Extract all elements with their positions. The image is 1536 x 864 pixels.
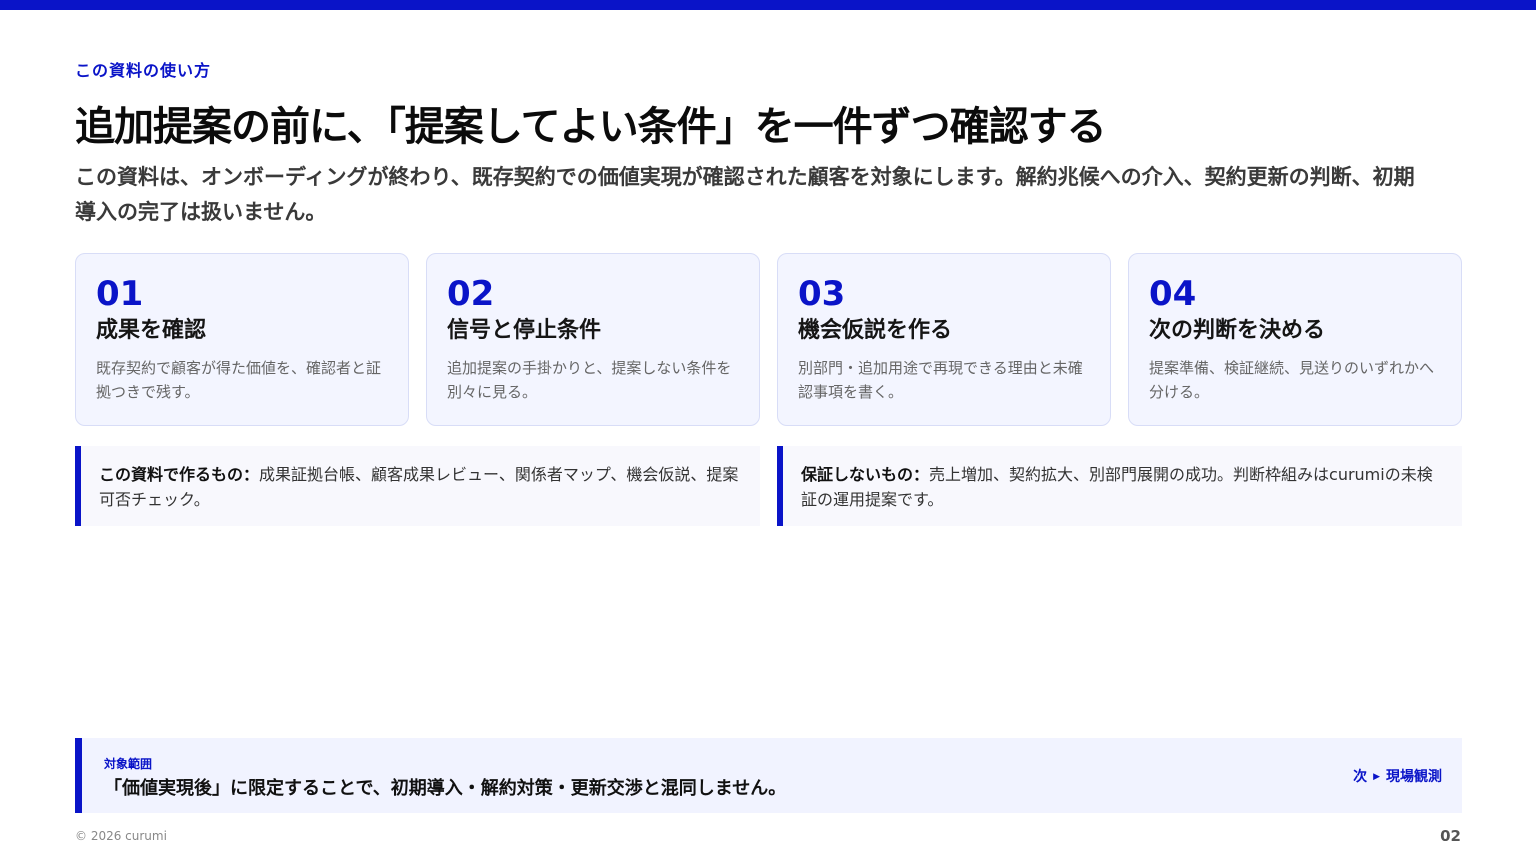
lead-paragraph: この資料は、オンボーディングが終わり、既存契約での価値実現が確認された顧客を対象…	[75, 165, 1415, 224]
next-label: 現場観測	[1386, 769, 1442, 785]
step-description: 別部門・追加用途で再現できる理由と未確認事項を書く。	[798, 359, 1083, 401]
step-title: 機会仮説を作る	[798, 318, 953, 343]
step-number: 02	[447, 274, 495, 314]
next-prefix: 次	[1353, 769, 1368, 785]
copyright: © 2026 curumi	[75, 829, 167, 843]
step-number: 03	[798, 274, 846, 314]
step-description: 提案準備、検証継続、見送りのいずれかへ分ける。	[1149, 359, 1435, 401]
step-number: 04	[1149, 274, 1197, 314]
note-boxes: この資料で作るもの：成果証拠台帳、顧客成果レビュー、関係者マップ、機会仮説、提案…	[75, 446, 1462, 526]
page-title: 追加提案の前に、「提案してよい条件」を一件ずつ確認する	[75, 104, 1107, 150]
step-cards: 01 成果を確認 既存契約で顧客が得た価値を、確認者と証拠つきで残す。 02 信…	[75, 253, 1462, 426]
slide-page: この資料の使い方 追加提案の前に、「提案してよい条件」を一件ずつ確認する この資…	[0, 0, 1536, 864]
step-title: 信号と停止条件	[447, 318, 602, 343]
scope-text: 「価値実現後」に限定することで、初期導入・解約対策・更新交渉と混同しません。	[104, 778, 787, 799]
eyebrow-label: この資料の使い方	[75, 61, 212, 80]
step-description: 追加提案の手掛かりと、提案しない条件を別々に見る。	[447, 359, 732, 401]
step-number: 01	[96, 274, 144, 314]
page-number: 02	[1440, 827, 1461, 845]
note-label: この資料で作るもの：	[99, 465, 260, 484]
step-card-01: 01 成果を確認 既存契約で顧客が得た価値を、確認者と証拠つきで残す。	[75, 253, 409, 426]
note-deliverables: この資料で作るもの：成果証拠台帳、顧客成果レビュー、関係者マップ、機会仮説、提案…	[75, 446, 760, 526]
step-description: 既存契約で顧客が得た価値を、確認者と証拠つきで残す。	[96, 359, 382, 401]
step-title: 成果を確認	[96, 318, 207, 343]
triangle-right-icon: ▶	[1373, 772, 1380, 782]
scope-callout: 対象範囲 「価値実現後」に限定することで、初期導入・解約対策・更新交渉と混同しま…	[75, 738, 1462, 813]
note-label: 保証しないもの：	[801, 465, 930, 484]
step-card-02: 02 信号と停止条件 追加提案の手掛かりと、提案しない条件を別々に見る。	[426, 253, 760, 426]
next-section-link[interactable]: 次 ▶ 現場観測	[1353, 766, 1442, 786]
note-not-guaranteed: 保証しないもの：売上増加、契約拡大、別部門展開の成功。判断枠組みはcurumiの…	[777, 446, 1462, 526]
step-card-03: 03 機会仮説を作る 別部門・追加用途で再現できる理由と未確認事項を書く。	[777, 253, 1111, 426]
step-card-04: 04 次の判断を決める 提案準備、検証継続、見送りのいずれかへ分ける。	[1128, 253, 1462, 426]
scope-label: 対象範囲	[104, 757, 153, 771]
top-accent-bar	[0, 0, 1536, 10]
step-title: 次の判断を決める	[1149, 318, 1326, 343]
